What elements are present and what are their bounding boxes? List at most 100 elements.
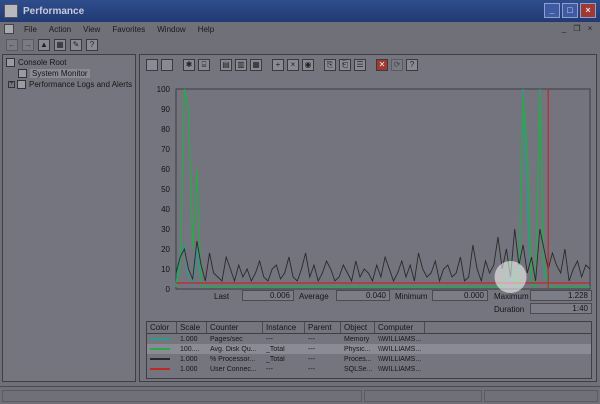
menu-file[interactable]: File xyxy=(18,25,43,34)
system-monitor-pane: ✱ ⌸ ▤ ▥ ▦ + × ◉ ⎘ ⎗ ☰ ✕ ⟳ ? 100 90 80 70 60 5… xyxy=(139,54,597,382)
tree-item-system-monitor[interactable]: System Monitor xyxy=(18,69,90,78)
legend-cell-parent: --- xyxy=(308,335,315,343)
legend-color-swatch xyxy=(147,356,177,363)
legend-row[interactable]: 1.000 User Connec... --- --- SQLSe... \\WILLI… xyxy=(147,364,591,374)
plot-area xyxy=(175,88,591,290)
legend-row[interactable]: 1.000 Pages/sec --- --- Memory \\WILLIAMS... xyxy=(147,334,591,344)
logs-alerts-icon xyxy=(17,80,26,89)
legend-cell-instance: _Total xyxy=(266,345,285,353)
add-counter-icon[interactable]: + xyxy=(272,59,284,71)
monitor-help-icon[interactable]: ? xyxy=(406,59,418,71)
minimum-label: Minimum xyxy=(395,292,428,301)
legend-cell-computer: \\WILLIAMS... xyxy=(378,335,422,343)
y-tick-label: 40 xyxy=(161,205,170,214)
system-monitor-icon xyxy=(18,69,27,78)
show-hide-tree-icon[interactable]: ▦ xyxy=(54,39,66,51)
performance-graph: 1009080706050403020100 xyxy=(157,85,591,294)
back-icon[interactable]: ← xyxy=(6,39,18,51)
up-folder-icon[interactable]: ▲ xyxy=(38,39,50,51)
view-current-activity-icon[interactable]: ✱ xyxy=(183,59,195,71)
legend-cell-counter: Pages/sec xyxy=(210,335,243,343)
child-restore-button[interactable]: ❐ xyxy=(571,23,583,34)
console-tree: Console Root System Monitor + Performanc… xyxy=(2,54,136,382)
average-value: 0.040 xyxy=(336,290,390,301)
legend-cell-counter: % Processor... xyxy=(210,355,256,363)
legend-cell-scale: 1.000 xyxy=(180,355,198,363)
maximum-label: Maximum xyxy=(494,292,529,301)
tree-item-performance-logs[interactable]: + Performance Logs and Alerts xyxy=(8,80,132,89)
delete-counter-icon[interactable]: × xyxy=(287,59,299,71)
col-counter[interactable]: Counter xyxy=(207,322,263,333)
y-tick-label: 100 xyxy=(157,85,171,94)
view-log-data-icon[interactable]: ⌸ xyxy=(198,59,210,71)
window-title: Performance xyxy=(23,5,85,17)
col-computer[interactable]: Computer xyxy=(375,322,425,333)
legend-row[interactable]: 100.... Avg. Disk Qu... _Total --- Physic...… xyxy=(147,344,591,354)
col-object[interactable]: Object xyxy=(341,322,375,333)
menu-view[interactable]: View xyxy=(77,25,106,34)
minimize-button[interactable]: _ xyxy=(544,3,560,18)
menu-favorites[interactable]: Favorites xyxy=(106,25,151,34)
y-tick-label: 70 xyxy=(161,145,170,154)
folder-icon xyxy=(6,58,15,67)
legend-row[interactable]: 1.000 % Processor... _Total --- Proces... \\W… xyxy=(147,354,591,364)
clear-display-icon[interactable] xyxy=(161,59,173,71)
legend-color-swatch xyxy=(147,346,177,353)
performance-window: Performance _ □ × File Action View Favor… xyxy=(0,0,600,404)
legend-cell-object: SQLSe... xyxy=(344,365,373,373)
legend-cell-instance: --- xyxy=(266,335,273,343)
expand-icon[interactable]: + xyxy=(8,81,15,88)
maximize-button[interactable]: □ xyxy=(562,3,578,18)
child-close-button[interactable]: × xyxy=(584,23,596,34)
legend-cell-scale: 100.... xyxy=(180,345,200,353)
legend-cell-computer: \\WILLIAMS... xyxy=(378,345,422,353)
legend-cell-object: Memory xyxy=(344,335,370,343)
legend-cell-computer: \\WILLIAMS... xyxy=(378,365,422,373)
tree-console-root[interactable]: Console Root xyxy=(6,58,66,67)
legend-cell-computer: \\WILLIAMS... xyxy=(378,355,422,363)
legend-cell-instance: _Total xyxy=(266,355,285,363)
legend-header: Color Scale Counter Instance Parent Obje… xyxy=(147,322,591,334)
monitor-toolbar: ✱ ⌸ ▤ ▥ ▦ + × ◉ ⎘ ⎗ ☰ ✕ ⟳ ? xyxy=(140,55,596,75)
status-segment-main xyxy=(2,390,362,402)
view-report-icon[interactable]: ▦ xyxy=(250,59,262,71)
close-button[interactable]: × xyxy=(580,3,596,18)
copy-properties-icon[interactable]: ⎘ xyxy=(324,59,336,71)
col-scale[interactable]: Scale xyxy=(177,322,207,333)
status-bar xyxy=(0,386,600,404)
col-instance[interactable]: Instance xyxy=(263,322,305,333)
legend-cell-instance: --- xyxy=(266,365,273,373)
paste-counter-list-icon[interactable]: ⎗ xyxy=(339,59,351,71)
main-toolbar: ← → ▲ ▦ ✎ ? xyxy=(0,36,600,54)
col-parent[interactable]: Parent xyxy=(305,322,341,333)
console-document-icon[interactable] xyxy=(4,24,14,34)
y-tick-label: 20 xyxy=(161,245,170,254)
legend-cell-parent: --- xyxy=(308,365,315,373)
y-tick-label: 30 xyxy=(161,225,170,234)
properties-icon[interactable]: ☰ xyxy=(354,59,366,71)
statistics-bar: Last 0.006 Average 0.040 Minimum 0.000 M… xyxy=(140,289,596,319)
new-counter-set-icon[interactable] xyxy=(146,59,158,71)
freeze-display-icon[interactable]: ✕ xyxy=(376,59,388,71)
legend-cell-parent: --- xyxy=(308,345,315,353)
last-value: 0.006 xyxy=(242,290,294,301)
col-color[interactable]: Color xyxy=(147,322,177,333)
counter-legend: Color Scale Counter Instance Parent Obje… xyxy=(146,321,592,379)
legend-cell-scale: 1.000 xyxy=(180,365,198,373)
view-graph-icon[interactable]: ▤ xyxy=(220,59,232,71)
update-data-icon[interactable]: ⟳ xyxy=(391,59,403,71)
view-histogram-icon[interactable]: ▥ xyxy=(235,59,247,71)
highlight-icon[interactable]: ◉ xyxy=(302,59,314,71)
y-tick-label: 60 xyxy=(161,165,170,174)
legend-cell-scale: 1.000 xyxy=(180,335,198,343)
child-minimize-button[interactable]: _ xyxy=(558,23,570,34)
menu-window[interactable]: Window xyxy=(151,25,191,34)
legend-cell-object: Physic... xyxy=(344,345,371,353)
menu-action[interactable]: Action xyxy=(43,25,77,34)
title-bar[interactable]: Performance _ □ × xyxy=(0,0,600,22)
average-label: Average xyxy=(299,292,329,301)
menu-help[interactable]: Help xyxy=(192,25,220,34)
forward-icon[interactable]: → xyxy=(22,39,34,51)
properties-icon[interactable]: ✎ xyxy=(70,39,82,51)
help-icon[interactable]: ? xyxy=(86,39,98,51)
